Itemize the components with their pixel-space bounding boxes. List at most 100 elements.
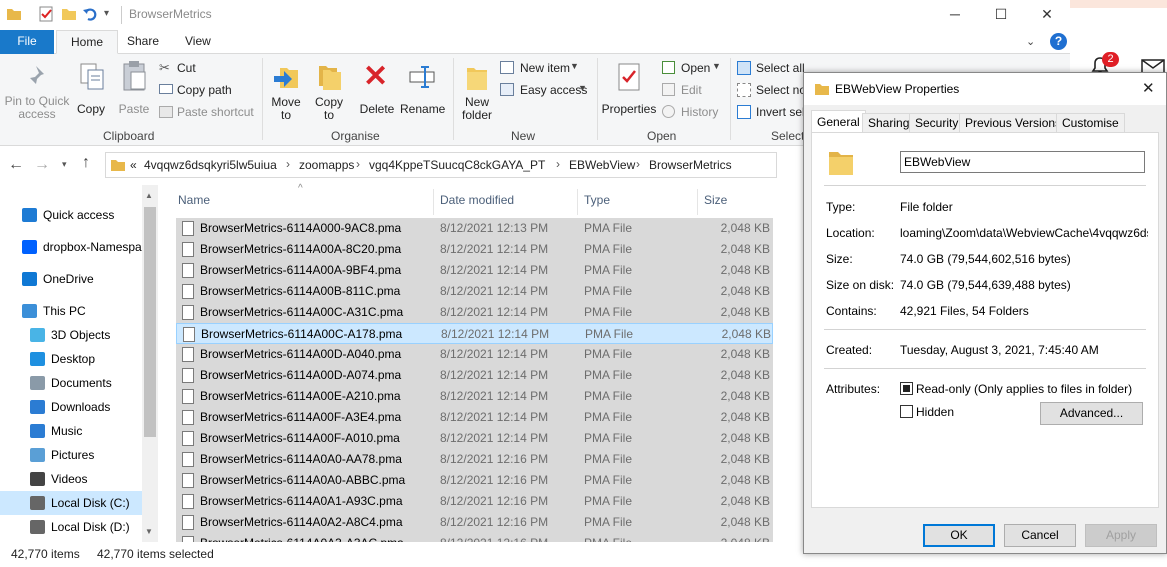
nav-item[interactable]: Videos (0, 467, 142, 491)
new-item-button[interactable]: New item ▼ (500, 60, 590, 78)
file-row[interactable]: BrowserMetrics-6114A00A-8C20.pma 8/12/202… (176, 239, 773, 260)
column-divider[interactable] (577, 189, 578, 215)
open-button[interactable]: Open ▼ (662, 60, 724, 78)
nav-pane-scrollbar[interactable]: ▲ ▼ (142, 185, 158, 542)
paste-button[interactable]: Paste (114, 60, 154, 124)
pin-quick-access-button[interactable]: Pin to Quick access (4, 60, 70, 124)
column-header-date[interactable]: Date modified (440, 193, 514, 213)
nav-item[interactable]: Music (0, 419, 142, 443)
nav-item[interactable]: Pictures (0, 443, 142, 467)
nav-item[interactable]: Quick access (0, 203, 142, 227)
breadcrumb-item[interactable]: EBWebView (569, 158, 635, 172)
file-row[interactable]: BrowserMetrics-6114A00F-A3E4.pma 8/12/202… (176, 407, 773, 428)
file-row[interactable]: BrowserMetrics-6114A0A1-A93C.pma 8/12/202… (176, 491, 773, 512)
nav-item[interactable]: 3D Objects (0, 323, 142, 347)
file-row[interactable]: BrowserMetrics-6114A0A3-A3AC.pma 8/12/202… (176, 533, 773, 542)
new-folder-button[interactable]: New folder (457, 60, 497, 126)
scroll-down-icon[interactable]: ▼ (145, 527, 153, 536)
column-divider[interactable] (433, 189, 434, 215)
history-button[interactable]: History (662, 104, 724, 122)
file-row[interactable]: BrowserMetrics-6114A00D-A074.pma 8/12/202… (176, 365, 773, 386)
help-icon[interactable]: ? (1050, 33, 1067, 50)
forward-arrow-icon[interactable]: → (34, 156, 50, 174)
delete-button[interactable]: ✕ Delete (356, 60, 398, 126)
invert-selection-button[interactable]: Invert sel (737, 104, 807, 122)
move-to-button[interactable]: Move to (267, 60, 305, 126)
readonly-checkbox[interactable] (900, 382, 913, 395)
file-row[interactable]: BrowserMetrics-6114A0A0-AA78.pma 8/12/202… (176, 449, 773, 470)
file-row[interactable]: BrowserMetrics-6114A00C-A178.pma 8/12/202… (176, 323, 773, 344)
file-row[interactable]: BrowserMetrics-6114A00B-811C.pma 8/12/202… (176, 281, 773, 302)
file-row[interactable]: BrowserMetrics-6114A00F-A010.pma 8/12/202… (176, 428, 773, 449)
file-row[interactable]: BrowserMetrics-6114A000-9AC8.pma 8/12/202… (176, 218, 773, 239)
rename-button[interactable]: Rename (400, 60, 445, 126)
column-divider[interactable] (697, 189, 698, 215)
maximize-icon[interactable]: ☐ (978, 0, 1024, 30)
breadcrumb-item[interactable]: vgq4KppeTSuucqC8ckGAYA_PT (369, 158, 545, 172)
minimize-icon[interactable]: ─ (932, 0, 978, 30)
tab-general[interactable]: General (811, 110, 866, 133)
chevron-right-icon[interactable]: › (286, 157, 290, 171)
file-row[interactable]: BrowserMetrics-6114A00A-9BF4.pma 8/12/202… (176, 260, 773, 281)
hidden-checkbox[interactable] (900, 405, 913, 418)
column-header-name[interactable]: Name (178, 193, 210, 213)
folder-name-input[interactable]: EBWebView (900, 151, 1145, 173)
copy-path-button[interactable]: Copy path (159, 82, 259, 100)
advanced-button[interactable]: Advanced... (1040, 402, 1143, 425)
cancel-button[interactable]: Cancel (1004, 524, 1076, 547)
easy-access-button[interactable]: Easy access ▼ (500, 82, 595, 100)
scrollbar-thumb[interactable] (144, 207, 156, 437)
chevron-right-icon[interactable]: › (356, 157, 360, 171)
properties-quick-icon[interactable] (38, 6, 54, 22)
new-folder-quick-icon[interactable] (61, 6, 77, 22)
file-row[interactable]: BrowserMetrics-6114A0A2-A8C4.pma 8/12/202… (176, 512, 773, 533)
ok-button[interactable]: OK (923, 524, 995, 547)
column-header-type[interactable]: Type (584, 193, 610, 213)
column-header-size[interactable]: Size (704, 193, 727, 213)
recent-locations-icon[interactable]: ▾ (62, 159, 67, 170)
file-row[interactable]: BrowserMetrics-6114A00E-A210.pma 8/12/202… (176, 386, 773, 407)
edit-button[interactable]: Edit (662, 82, 712, 100)
nav-item[interactable]: Local Disk (C:) (0, 491, 142, 515)
close-icon[interactable]: ✕ (1024, 0, 1070, 30)
tab-file[interactable]: File (0, 30, 54, 54)
apply-button[interactable]: Apply (1085, 524, 1157, 547)
properties-button[interactable]: Properties (601, 60, 657, 126)
chevron-right-icon[interactable]: › (556, 157, 560, 171)
undo-icon[interactable] (82, 6, 98, 22)
tab-customise[interactable]: Customise (1056, 113, 1125, 133)
close-icon[interactable]: ✕ (1142, 79, 1155, 97)
nav-item[interactable]: Documents (0, 371, 142, 395)
file-row[interactable]: BrowserMetrics-6114A0A0-ABBC.pma 8/12/202… (176, 470, 773, 491)
tab-sharing[interactable]: Sharing (862, 113, 916, 133)
address-bar[interactable]: « 4vqqwz6dsqkyri5lw5uiua › zoomapps › vg… (105, 152, 777, 178)
file-row[interactable]: BrowserMetrics-6114A00C-A31C.pma 8/12/202… (176, 302, 773, 323)
paste-shortcut-button[interactable]: Paste shortcut (159, 104, 259, 122)
tab-home[interactable]: Home (56, 30, 119, 54)
expand-ribbon-icon[interactable]: ⌄ (1026, 35, 1035, 48)
select-none-button[interactable]: Select no (737, 82, 807, 100)
tab-view[interactable]: View (171, 30, 225, 54)
back-arrow-icon[interactable]: ← (8, 156, 24, 174)
copy-to-button[interactable]: Copy to (310, 60, 348, 126)
readonly-label[interactable]: Read-only (Only applies to files in fold… (916, 382, 1132, 396)
customize-quick-access-icon[interactable]: ▾ (104, 8, 120, 24)
nav-item[interactable]: Local Disk (D:) (0, 515, 142, 539)
hidden-label[interactable]: Hidden (916, 405, 954, 419)
file-row[interactable]: BrowserMetrics-6114A00D-A040.pma 8/12/202… (176, 344, 773, 365)
up-arrow-icon[interactable]: ↑ (82, 154, 90, 172)
copy-button[interactable]: Copy (73, 60, 109, 124)
nav-item[interactable]: OneDrive (0, 267, 142, 291)
breadcrumb-current[interactable]: BrowserMetrics (649, 158, 732, 172)
breadcrumb-item[interactable]: 4vqqwz6dsqkyri5lw5uiua (144, 158, 277, 172)
select-all-button[interactable]: Select all (737, 60, 807, 78)
tab-share[interactable]: Share (113, 30, 173, 54)
chevron-right-icon[interactable]: › (636, 157, 640, 171)
scroll-up-icon[interactable]: ▲ (145, 191, 153, 200)
tab-previous-versions[interactable]: Previous Versions (959, 113, 1068, 133)
nav-item[interactable]: Desktop (0, 347, 142, 371)
breadcrumb-item[interactable]: zoomapps (299, 158, 354, 172)
nav-item[interactable]: This PC (0, 299, 142, 323)
tab-security[interactable]: Security (909, 113, 965, 133)
nav-item[interactable]: Downloads (0, 395, 142, 419)
